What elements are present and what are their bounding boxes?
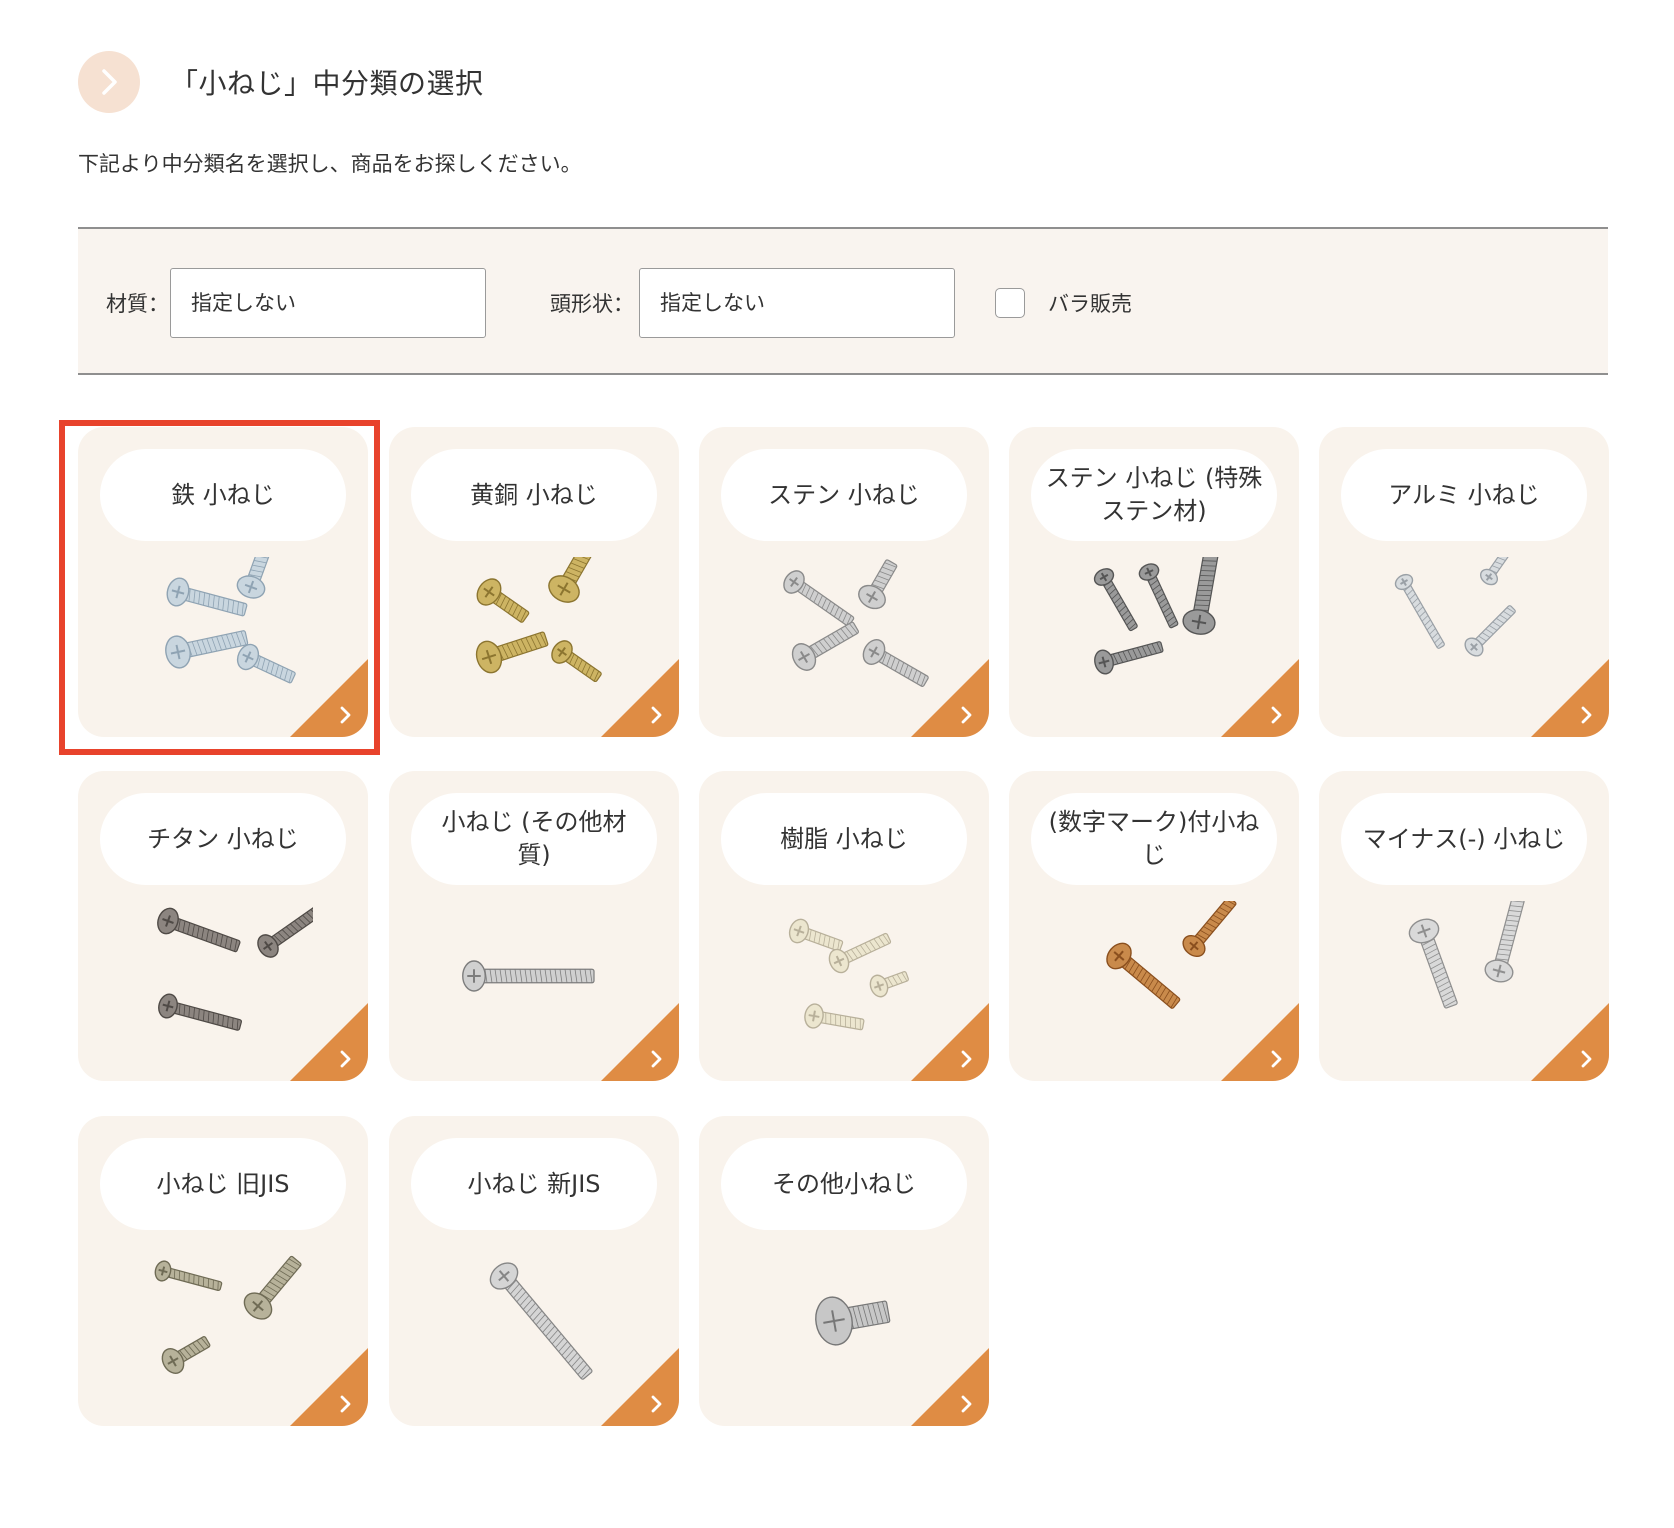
chevron-right-icon xyxy=(651,1050,662,1068)
category-card[interactable]: 樹脂 小ねじ xyxy=(699,771,989,1081)
card-corner xyxy=(290,1348,368,1426)
category-label: マイナス(-) 小ねじ xyxy=(1341,793,1587,885)
category-card[interactable]: 小ねじ 新JIS xyxy=(389,1116,679,1426)
category-card[interactable]: マイナス(-) 小ねじ xyxy=(1319,771,1609,1081)
chevron-right-icon xyxy=(1271,1050,1282,1068)
card-corner xyxy=(911,659,989,737)
stainless-screws-image xyxy=(783,559,929,687)
category-label: その他小ねじ xyxy=(721,1138,967,1230)
new-jis-screw-image xyxy=(489,1262,593,1380)
card-corner xyxy=(1531,659,1609,737)
chevron-right-icon xyxy=(340,1050,351,1068)
chevron-right-icon xyxy=(961,1050,972,1068)
category-card[interactable]: 鉄 小ねじ xyxy=(78,427,368,737)
filter-bar: 材質： 指定しない 頭形状： 指定しない バラ販売 xyxy=(78,227,1608,375)
chevron-right-icon xyxy=(651,706,662,724)
old-jis-screws-image xyxy=(154,1255,302,1374)
category-card[interactable]: ステン 小ねじ (特殊ステン材) xyxy=(1009,427,1299,737)
head-shape-select[interactable]: 指定しない xyxy=(639,268,955,338)
slotted-screws-image xyxy=(1408,901,1525,1009)
material-select[interactable]: 指定しない xyxy=(170,268,486,338)
category-card[interactable]: ステン 小ねじ xyxy=(699,427,989,737)
card-corner xyxy=(911,1348,989,1426)
resin-screws-image xyxy=(788,918,909,1031)
category-card[interactable]: 黄銅 小ねじ xyxy=(389,427,679,737)
page-description: 下記より中分類名を選択し、商品をお探しください。 xyxy=(78,152,582,176)
card-corner xyxy=(1221,1003,1299,1081)
card-corner xyxy=(911,1003,989,1081)
special-stainless-screws-image xyxy=(1093,557,1219,675)
chevron-right-icon xyxy=(651,1395,662,1413)
card-corner xyxy=(1531,1003,1609,1081)
category-label: 小ねじ 新JIS xyxy=(411,1138,657,1230)
page-title: 「小ねじ」中分類の選択 xyxy=(170,67,484,100)
card-corner xyxy=(290,659,368,737)
chevron-right-icon xyxy=(1271,706,1282,724)
category-label: ステン 小ねじ xyxy=(721,449,967,541)
chevron-right-icon xyxy=(340,1395,351,1413)
category-label: 鉄 小ねじ xyxy=(100,449,346,541)
card-corner xyxy=(601,1003,679,1081)
category-card[interactable]: 小ねじ 旧JIS xyxy=(78,1116,368,1426)
other-material-screw-image xyxy=(462,960,595,992)
material-label: 材質： xyxy=(106,292,169,316)
card-corner xyxy=(1221,659,1299,737)
aluminum-screws-image xyxy=(1394,557,1533,657)
other-screw-image xyxy=(815,1296,891,1346)
chevron-right-icon xyxy=(78,51,140,113)
head-shape-label: 頭形状： xyxy=(550,292,634,316)
steel-screws-image xyxy=(165,557,296,684)
category-label: ステン 小ねじ (特殊ステン材) xyxy=(1031,449,1277,541)
titanium-screws-image xyxy=(157,901,313,1031)
category-card[interactable]: チタン 小ねじ xyxy=(78,771,368,1081)
category-label: 小ねじ (その他材質) xyxy=(411,793,657,885)
brass-screws-image xyxy=(475,557,602,683)
numbered-screws-image xyxy=(1106,901,1237,1009)
category-label: (数字マーク)付小ねじ xyxy=(1031,793,1277,885)
card-corner xyxy=(290,1003,368,1081)
section-header: 「小ねじ」中分類の選択 xyxy=(78,51,484,113)
bulk-sale-checkbox[interactable] xyxy=(995,288,1025,318)
category-label: 樹脂 小ねじ xyxy=(721,793,967,885)
card-corner xyxy=(601,659,679,737)
card-corner xyxy=(601,1348,679,1426)
chevron-right-icon xyxy=(961,706,972,724)
chevron-right-icon xyxy=(340,706,351,724)
category-label: 小ねじ 旧JIS xyxy=(100,1138,346,1230)
category-label: アルミ 小ねじ xyxy=(1341,449,1587,541)
chevron-right-icon xyxy=(961,1395,972,1413)
category-card[interactable]: (数字マーク)付小ねじ xyxy=(1009,771,1299,1081)
category-label: 黄銅 小ねじ xyxy=(411,449,657,541)
bulk-sale-label[interactable]: バラ販売 xyxy=(1048,288,1132,318)
chevron-right-icon xyxy=(1581,706,1592,724)
chevron-right-icon xyxy=(1581,1050,1592,1068)
category-label: チタン 小ねじ xyxy=(100,793,346,885)
category-card[interactable]: 小ねじ (その他材質) xyxy=(389,771,679,1081)
category-card[interactable]: アルミ 小ねじ xyxy=(1319,427,1609,737)
category-card[interactable]: その他小ねじ xyxy=(699,1116,989,1426)
